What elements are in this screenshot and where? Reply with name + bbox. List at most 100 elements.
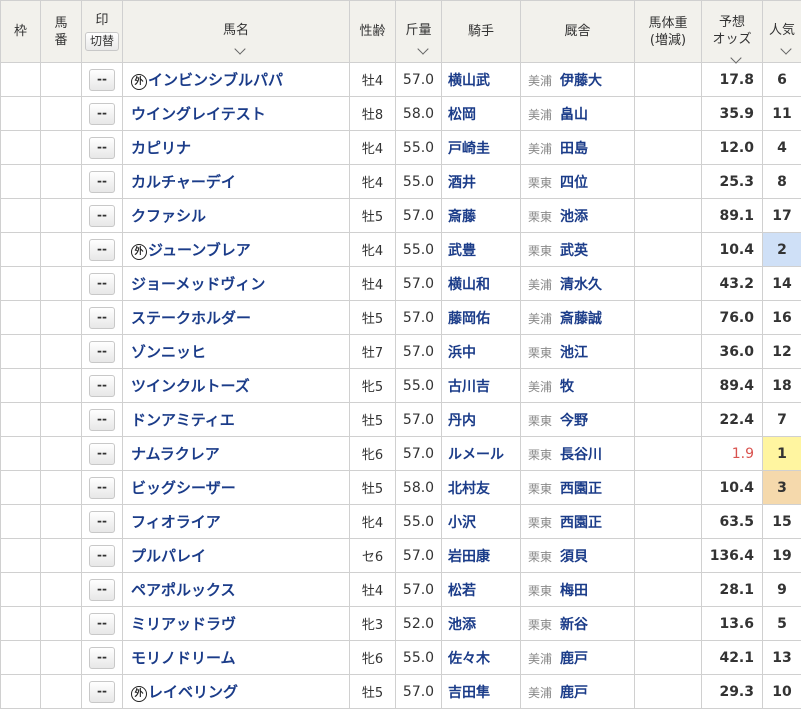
horse-name-link[interactable]: モリノドリーム xyxy=(131,649,236,667)
trainer-link[interactable]: 今野 xyxy=(560,413,588,429)
body-weight-cell xyxy=(635,607,702,641)
mark-cell: -- xyxy=(82,675,123,709)
jockey-link[interactable]: 武豊 xyxy=(448,243,476,259)
horse-name-link[interactable]: ペアポルックス xyxy=(131,581,236,599)
jockey-link[interactable]: 松若 xyxy=(448,583,476,599)
mark-button[interactable]: -- xyxy=(89,239,115,261)
horse-name-link[interactable]: ゾンニッヒ xyxy=(131,343,206,361)
trainer-link[interactable]: 武英 xyxy=(560,243,588,259)
sex-age-cell: 牝4 xyxy=(350,233,396,267)
trainer-link[interactable]: 池江 xyxy=(560,345,588,361)
trainer-link[interactable]: 池添 xyxy=(560,209,588,225)
horse-name-link[interactable]: ビッグシーザー xyxy=(131,479,236,497)
horse-name-link[interactable]: ツインクルトーズ xyxy=(131,377,250,395)
mark-button[interactable]: -- xyxy=(89,511,115,533)
horse-name-link[interactable]: プルパレイ xyxy=(131,547,206,565)
mark-button[interactable]: -- xyxy=(89,681,115,703)
mark-button[interactable]: -- xyxy=(89,205,115,227)
mark-button[interactable]: -- xyxy=(89,647,115,669)
odds-cell: 25.3 xyxy=(702,165,763,199)
horse-name-link[interactable]: ジューンブレア xyxy=(148,241,251,259)
trainer-link[interactable]: 牧 xyxy=(560,379,574,395)
jockey-link[interactable]: 佐々木 xyxy=(448,651,490,667)
jockey-link[interactable]: 古川吉 xyxy=(448,379,490,395)
mark-button[interactable]: -- xyxy=(89,613,115,635)
header-odds[interactable]: 予想オッズ xyxy=(702,1,763,63)
horse-name-link[interactable]: ジョーメッドヴィン xyxy=(131,275,265,293)
jockey-link[interactable]: 浜中 xyxy=(448,345,476,361)
jockey-link[interactable]: 横山武 xyxy=(448,73,490,89)
horse-name-link[interactable]: クファシル xyxy=(131,207,206,225)
horse-name-link[interactable]: フィオライア xyxy=(131,513,221,531)
odds-value: 89.4 xyxy=(719,378,754,394)
horse-name-link[interactable]: インビンシブルパパ xyxy=(148,71,283,89)
horse-name-link[interactable]: レイベリング xyxy=(148,683,238,701)
mark-cell: -- xyxy=(82,403,123,437)
header-weight[interactable]: 斤量 xyxy=(396,1,442,63)
region-label: 栗東 xyxy=(528,516,552,530)
trainer-link[interactable]: 西園正 xyxy=(560,515,602,531)
table-row: --ミリアッドラヴ牝352.0池添栗東新谷13.65 xyxy=(1,607,801,641)
jockey-link[interactable]: 斎藤 xyxy=(448,209,476,225)
jockey-link[interactable]: 戸崎圭 xyxy=(448,141,490,157)
jockey-link[interactable]: 小沢 xyxy=(448,515,476,531)
horse-name-link[interactable]: カピリナ xyxy=(131,139,191,157)
body-weight-cell xyxy=(635,471,702,505)
mark-button[interactable]: -- xyxy=(89,69,115,91)
jockey-link[interactable]: 北村友 xyxy=(448,481,490,497)
mark-button[interactable]: -- xyxy=(89,307,115,329)
mark-button[interactable]: -- xyxy=(89,443,115,465)
jockey-link[interactable]: 岩田康 xyxy=(448,549,490,565)
trainer-link[interactable]: 梅田 xyxy=(560,583,588,599)
trainer-link[interactable]: 畠山 xyxy=(560,107,588,123)
mark-button[interactable]: -- xyxy=(89,375,115,397)
table-row: --クファシル牡557.0斎藤栗東池添89.117 xyxy=(1,199,801,233)
table-row: --ステークホルダー牡557.0藤岡佑美浦斎藤誠76.016 xyxy=(1,301,801,335)
trainer-link[interactable]: 斎藤誠 xyxy=(560,311,602,327)
jockey-link[interactable]: 松岡 xyxy=(448,107,476,123)
jockey-link[interactable]: 池添 xyxy=(448,617,476,633)
stable-cell: 栗東四位 xyxy=(521,165,635,199)
trainer-link[interactable]: 四位 xyxy=(560,175,588,191)
horse-name-link[interactable]: ナムラクレア xyxy=(131,445,220,463)
region-label: 栗東 xyxy=(528,584,552,598)
weight-cell: 52.0 xyxy=(396,607,442,641)
jockey-link[interactable]: 横山和 xyxy=(448,277,490,293)
jockey-link[interactable]: 吉田隼 xyxy=(448,685,490,701)
mark-button[interactable]: -- xyxy=(89,273,115,295)
mark-button[interactable]: -- xyxy=(89,545,115,567)
header-horse-name[interactable]: 馬名 xyxy=(123,1,350,63)
trainer-link[interactable]: 長谷川 xyxy=(560,447,602,463)
body-weight-cell xyxy=(635,267,702,301)
mark-button[interactable]: -- xyxy=(89,409,115,431)
foreign-badge-icon: 外 xyxy=(131,686,147,702)
mark-toggle-button[interactable]: 切替 xyxy=(85,32,119,51)
trainer-link[interactable]: 田島 xyxy=(560,141,588,157)
mark-button[interactable]: -- xyxy=(89,137,115,159)
trainer-link[interactable]: 新谷 xyxy=(560,617,588,633)
jockey-cell: 小沢 xyxy=(442,505,521,539)
horse-name-link[interactable]: カルチャーデイ xyxy=(131,173,236,191)
jockey-link[interactable]: 丹内 xyxy=(448,413,476,429)
mark-button[interactable]: -- xyxy=(89,171,115,193)
horse-name-link[interactable]: ステークホルダー xyxy=(131,309,251,327)
trainer-link[interactable]: 鹿戸 xyxy=(560,651,588,667)
stable-cell: 美浦斎藤誠 xyxy=(521,301,635,335)
trainer-link[interactable]: 清水久 xyxy=(560,277,602,293)
trainer-link[interactable]: 須貝 xyxy=(560,549,588,565)
jockey-link[interactable]: 藤岡佑 xyxy=(448,311,490,327)
trainer-link[interactable]: 鹿戸 xyxy=(560,685,588,701)
odds-value: 25.3 xyxy=(719,174,754,190)
mark-button[interactable]: -- xyxy=(89,579,115,601)
mark-button[interactable]: -- xyxy=(89,477,115,499)
header-popularity[interactable]: 人気 xyxy=(763,1,801,63)
jockey-link[interactable]: ルメール xyxy=(448,447,504,463)
trainer-link[interactable]: 伊藤大 xyxy=(560,73,602,89)
mark-button[interactable]: -- xyxy=(89,341,115,363)
horse-name-link[interactable]: ドンアミティエ xyxy=(131,411,235,429)
horse-name-link[interactable]: ミリアッドラヴ xyxy=(131,615,236,633)
mark-button[interactable]: -- xyxy=(89,103,115,125)
trainer-link[interactable]: 西園正 xyxy=(560,481,602,497)
jockey-link[interactable]: 酒井 xyxy=(448,175,476,191)
horse-name-link[interactable]: ウイングレイテスト xyxy=(131,105,266,123)
